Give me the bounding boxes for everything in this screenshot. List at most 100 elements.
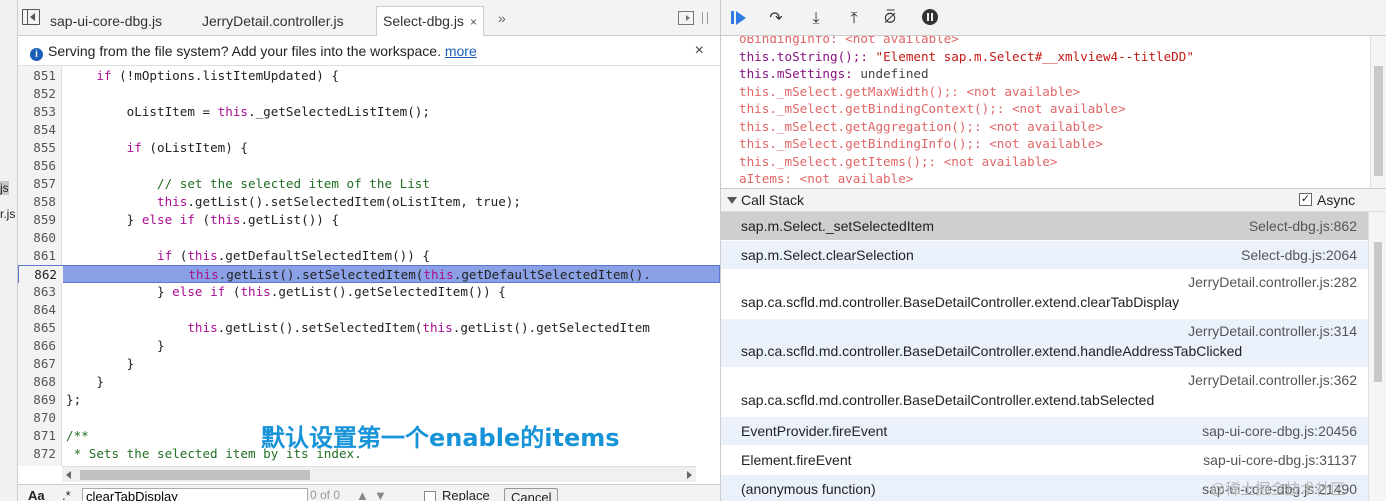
next-match-icon[interactable]: ▼	[374, 488, 387, 501]
replace-checkbox[interactable]	[424, 491, 436, 501]
line-number[interactable]: 864	[18, 301, 56, 319]
resume-icon[interactable]	[727, 9, 749, 29]
code-line[interactable]: 852	[18, 85, 720, 103]
line-number[interactable]: 851	[18, 67, 56, 85]
line-number[interactable]: 866	[18, 337, 56, 355]
step-over-icon[interactable]: ↷	[765, 9, 787, 29]
line-number[interactable]: 852	[18, 85, 56, 103]
frame-location[interactable]: sap-ui-core-dbg.js:31137	[1203, 452, 1357, 468]
code-line[interactable]: 864	[18, 301, 720, 319]
code-line[interactable]: 869};	[18, 391, 720, 409]
line-number[interactable]: 859	[18, 211, 56, 229]
code-line[interactable]: 861 if (this.getDefaultSelectedItem()) {	[18, 247, 720, 265]
code-line[interactable]: 865 this.getList().setSelectedItem(this.…	[18, 319, 720, 337]
line-number[interactable]: 860	[18, 229, 56, 247]
call-frame[interactable]: Element.fireEvent sap-ui-core-dbg.js:3113…	[721, 446, 1368, 475]
line-number[interactable]: 856	[18, 157, 56, 175]
line-number[interactable]: 862	[19, 266, 57, 284]
search-input[interactable]	[82, 488, 308, 501]
line-number[interactable]: 873	[18, 463, 56, 466]
code-line[interactable]: 854	[18, 121, 720, 139]
scrollbar-thumb[interactable]	[80, 470, 310, 480]
tab-select-dbg[interactable]: Select-dbg.js ×	[376, 6, 484, 37]
call-stack-scrollbar[interactable]	[1368, 212, 1386, 501]
code-line[interactable]: 851 if (!mOptions.listItemUpdated) {	[18, 67, 720, 85]
call-frame[interactable]: sap.m.Select.clearSelection Select-dbg.js…	[721, 241, 1368, 270]
watch-expression[interactable]: oBindingInfo: <not available>	[739, 36, 959, 48]
code-line[interactable]: 860	[18, 229, 720, 247]
frame-location[interactable]: Select-dbg.js:2064	[1241, 247, 1357, 263]
more-link[interactable]: more	[445, 43, 477, 59]
watch-expression[interactable]: this.mSettings: undefined	[739, 65, 929, 83]
code-line[interactable]: 867 }	[18, 355, 720, 373]
frame-location[interactable]: Select-dbg.js:862	[1249, 218, 1357, 234]
left-file-item[interactable]: js	[0, 181, 9, 195]
line-number[interactable]: 858	[18, 193, 56, 211]
watch-expression[interactable]: this._mSelect.getMaxWidth();: <not avail…	[739, 83, 1080, 101]
pause-on-exceptions-icon[interactable]	[919, 9, 941, 29]
horizontal-scrollbar[interactable]	[62, 466, 696, 482]
line-number[interactable]: 863	[18, 283, 56, 301]
frame-location[interactable]: JerryDetail.controller.js:362	[1188, 372, 1357, 388]
line-number[interactable]: 855	[18, 139, 56, 157]
line-number[interactable]: 868	[18, 373, 56, 391]
deactivate-breakpoints-icon[interactable]: ⦱	[879, 9, 901, 29]
scrollbar-thumb[interactable]	[1374, 242, 1382, 382]
code-line[interactable]: 858 this.getList().setSelectedItem(oList…	[18, 193, 720, 211]
code-editor[interactable]: 851 if (!mOptions.listItemUpdated) {852 8…	[18, 66, 720, 466]
paused-code-line[interactable]: 862 this.getList().setSelectedItem(this.…	[18, 265, 720, 284]
left-file-item[interactable]: r.js	[0, 207, 15, 221]
frame-location[interactable]: JerryDetail.controller.js:282	[1188, 274, 1357, 290]
line-number[interactable]: 867	[18, 355, 56, 373]
frame-location[interactable]: JerryDetail.controller.js:314	[1188, 323, 1357, 339]
cancel-button[interactable]: Cancel	[504, 488, 559, 501]
watch-expression[interactable]: this._mSelect.getAggregation();: <not av…	[739, 118, 1103, 136]
code-line[interactable]: 866 }	[18, 337, 720, 355]
scroll-left-icon[interactable]	[66, 471, 71, 479]
line-number[interactable]: 869	[18, 391, 56, 409]
call-frame[interactable]: sap.ca.scfld.md.controller.BaseDetailCon…	[721, 319, 1368, 368]
close-icon[interactable]: ×	[470, 15, 477, 29]
watch-scrollbar[interactable]	[1370, 36, 1386, 188]
toggle-navigator-icon[interactable]	[22, 9, 40, 25]
close-icon[interactable]: ×	[695, 36, 704, 66]
line-number[interactable]: 870	[18, 409, 56, 427]
line-number[interactable]: 853	[18, 103, 56, 121]
watch-expression[interactable]: this.toString();: "Element sap.m.Select#…	[739, 48, 1194, 66]
line-number[interactable]: 865	[18, 319, 56, 337]
code-line[interactable]: 855 if (oListItem) {	[18, 139, 720, 157]
async-checkbox[interactable]: ✓	[1299, 193, 1312, 206]
call-frame[interactable]: sap.m.Select._setSelectedItem Select-dbg.…	[721, 212, 1368, 241]
call-frame[interactable]: sap.ca.scfld.md.controller.BaseDetailCon…	[721, 270, 1368, 319]
toggle-debugger-icon[interactable]	[678, 11, 694, 25]
match-case-toggle[interactable]: Aa	[28, 488, 45, 501]
call-frame[interactable]: EventProvider.fireEvent sap-ui-core-dbg.j…	[721, 417, 1368, 446]
more-tabs-icon[interactable]: »	[498, 10, 506, 26]
step-out-icon[interactable]: ⤒	[843, 9, 865, 29]
line-number[interactable]: 854	[18, 121, 56, 139]
code-line[interactable]: 856	[18, 157, 720, 175]
previous-match-icon[interactable]: ▲	[356, 488, 369, 501]
call-frame[interactable]: sap.ca.scfld.md.controller.BaseDetailCon…	[721, 368, 1368, 417]
scrollbar-thumb[interactable]	[1374, 66, 1383, 176]
line-number[interactable]: 872	[18, 445, 56, 463]
line-number[interactable]: 857	[18, 175, 56, 193]
frame-location[interactable]: sap-ui-core-dbg.js:20456	[1202, 423, 1357, 439]
code-line[interactable]: 863 } else if (this.getList().getSelecte…	[18, 283, 720, 301]
scroll-right-icon[interactable]	[687, 471, 692, 479]
code-line[interactable]: 857 // set the selected item of the List	[18, 175, 720, 193]
code-line[interactable]: 853 oListItem = this._getSelectedListIte…	[18, 103, 720, 121]
code-line[interactable]: 859 } else if (this.getList()) {	[18, 211, 720, 229]
code-line[interactable]: 868 }	[18, 373, 720, 391]
call-stack-header[interactable]: Call Stack ✓ Async	[721, 188, 1386, 212]
watch-expression[interactable]: this._mSelect.getBindingInfo();: <not av…	[739, 135, 1103, 153]
step-into-icon[interactable]: ⤓	[805, 9, 827, 29]
tab-sap-ui-core[interactable]: sap-ui-core-dbg.js	[44, 6, 168, 36]
watch-expression[interactable]: this._mSelect.getItems();: <not availabl…	[739, 153, 1057, 171]
watch-expression[interactable]: aItems: <not available>	[739, 170, 913, 188]
line-number[interactable]: 871	[18, 427, 56, 445]
tab-jerrydetail[interactable]: JerryDetail.controller.js	[196, 6, 350, 36]
watch-expression[interactable]: this._mSelect.getBindingContext();: <not…	[739, 100, 1126, 118]
line-number[interactable]: 861	[18, 247, 56, 265]
pane-resize-handle[interactable]	[702, 12, 708, 24]
